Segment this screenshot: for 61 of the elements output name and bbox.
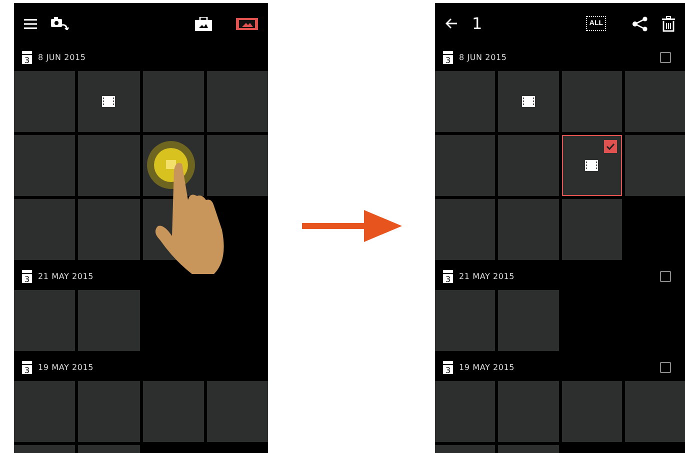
calendar-icon: 3	[443, 361, 453, 374]
menu-icon[interactable]	[24, 18, 37, 28]
photo-thumbnail[interactable]	[14, 71, 76, 132]
photo-thumbnail[interactable]	[562, 71, 622, 132]
delete-icon[interactable]	[662, 16, 675, 32]
film-icon	[102, 96, 116, 107]
photo-thumbnail[interactable]	[498, 135, 558, 196]
photo-thumbnail[interactable]	[562, 381, 622, 442]
photo-thumbnail[interactable]	[498, 199, 558, 260]
section-checkbox[interactable]	[660, 271, 671, 282]
photo-thumbnail[interactable]	[14, 135, 76, 196]
back-arrow-icon[interactable]	[445, 18, 458, 29]
photo-thumbnail[interactable]	[142, 71, 204, 132]
photo-thumbnail[interactable]	[78, 290, 140, 351]
film-icon	[522, 96, 535, 107]
photo-thumbnail[interactable]	[435, 71, 496, 132]
calendar-icon: 3	[22, 361, 32, 374]
calendar-icon: 3	[22, 51, 32, 64]
video-thumbnail[interactable]	[142, 135, 204, 196]
arrow-icon	[302, 210, 402, 242]
calendar-icon: 3	[443, 270, 453, 283]
photo-thumbnail[interactable]	[624, 135, 685, 196]
section-date: 8 JUN 2015	[38, 53, 86, 62]
film-icon	[585, 160, 598, 171]
share-icon[interactable]	[632, 16, 648, 32]
video-thumbnail[interactable]	[498, 71, 558, 132]
camera-icon[interactable]	[195, 16, 212, 30]
photo-thumbnail[interactable]	[78, 199, 140, 260]
checkmark-icon	[604, 140, 617, 153]
section-date: 21 MAY 2015	[459, 272, 515, 281]
section-date: 19 MAY 2015	[38, 363, 94, 372]
video-thumbnail[interactable]	[78, 71, 140, 132]
photo-thumbnail[interactable]	[435, 135, 496, 196]
calendar-icon: 3	[22, 270, 32, 283]
photo-thumbnail[interactable]	[624, 71, 685, 132]
photo-thumbnail[interactable]	[78, 381, 140, 442]
camera-switch-icon[interactable]	[51, 17, 69, 30]
photo-thumbnail[interactable]	[14, 381, 76, 442]
photo-thumbnail[interactable]	[498, 290, 558, 351]
photo-thumbnail[interactable]	[78, 135, 140, 196]
section-date: 19 MAY 2015	[459, 363, 515, 372]
photo-thumbnail[interactable]	[435, 199, 496, 260]
photo-thumbnail[interactable]	[206, 135, 268, 196]
photo-thumbnail[interactable]	[562, 199, 622, 260]
video-thumbnail[interactable]	[562, 135, 622, 196]
section-checkbox[interactable]	[660, 52, 671, 63]
photo-thumbnail[interactable]	[206, 381, 268, 442]
photo-thumbnail[interactable]	[14, 199, 76, 260]
gallery-icon[interactable]	[236, 18, 258, 30]
section-date: 8 JUN 2015	[459, 53, 507, 62]
photo-thumbnail[interactable]	[498, 381, 558, 442]
section-date: 21 MAY 2015	[38, 272, 94, 281]
photo-thumbnail[interactable]	[142, 381, 204, 442]
section-checkbox[interactable]	[660, 362, 671, 373]
photo-thumbnail[interactable]	[435, 290, 496, 351]
photo-thumbnail[interactable]	[435, 381, 496, 442]
photo-thumbnail[interactable]	[14, 290, 76, 351]
calendar-icon: 3	[443, 51, 453, 64]
photo-thumbnail[interactable]	[206, 71, 268, 132]
selection-count: 1	[472, 14, 482, 33]
photo-thumbnail[interactable]	[624, 381, 685, 442]
